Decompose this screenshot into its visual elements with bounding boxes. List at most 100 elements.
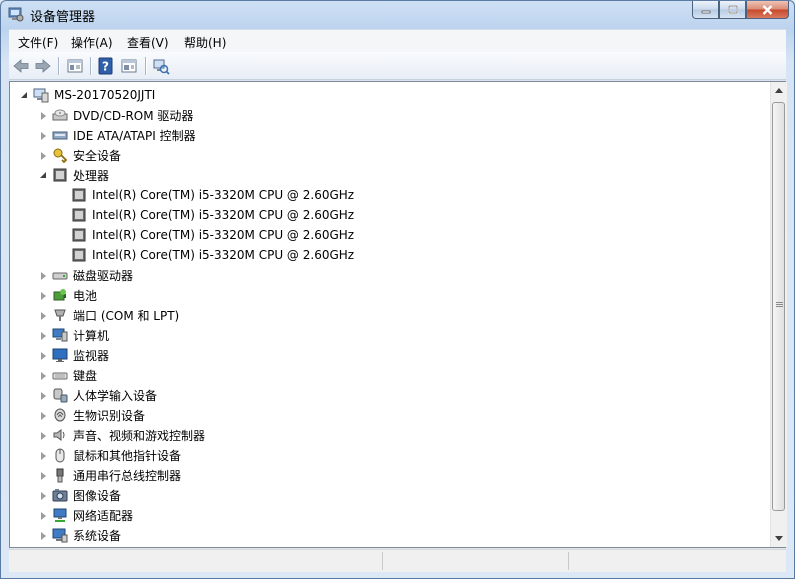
- processor-icon: [53, 168, 67, 182]
- expand-arrow-icon[interactable]: [39, 151, 48, 160]
- device-tree-pane[interactable]: MS-20170520JJTI DVD/CD-ROM 驱动器 IDE ATA/ATA…: [9, 81, 787, 548]
- expand-arrow-icon[interactable]: [39, 291, 48, 300]
- tree-item-label: 计算机: [73, 328, 110, 343]
- tree-item-label: IDE ATA/ATAPI 控制器: [73, 128, 196, 143]
- tree-item-label: 网络适配器: [73, 508, 134, 523]
- tree-item-label: 鼠标和其他指针设备: [73, 448, 182, 463]
- maximize-icon: [727, 5, 738, 14]
- tree-category[interactable]: 安全设备: [39, 145, 121, 165]
- tree-category[interactable]: 磁盘驱动器: [39, 265, 133, 285]
- tree-category[interactable]: 计算机: [39, 325, 109, 345]
- tree-device[interactable]: Intel(R) Core(TM) i5-3320M CPU @ 2.60GHz: [58, 205, 354, 225]
- collapse-arrow-icon[interactable]: [20, 91, 29, 100]
- minimize-icon: [701, 10, 710, 13]
- tree-category[interactable]: 生物识别设备: [39, 405, 145, 425]
- mouse-icon: [55, 448, 65, 463]
- title-bar[interactable]: 设备管理器: [1, 1, 794, 27]
- expand-arrow-icon[interactable]: [39, 271, 48, 280]
- tree-item-label: Intel(R) Core(TM) i5-3320M CPU @ 2.60GHz: [92, 248, 355, 262]
- thumb-grip: [776, 306, 783, 307]
- tree-category[interactable]: 图像设备: [39, 485, 121, 505]
- tree-category[interactable]: 声音、视频和游戏控制器: [39, 425, 205, 445]
- expand-arrow-icon[interactable]: [39, 371, 48, 380]
- properties-icon[interactable]: [66, 57, 84, 75]
- tree-device[interactable]: Intel(R) Core(TM) i5-3320M CPU @ 2.60GHz: [58, 225, 354, 245]
- toolbar: ?: [9, 52, 786, 80]
- forward-icon[interactable]: [34, 57, 52, 75]
- tree-category[interactable]: 端口 (COM 和 LPT): [39, 305, 179, 325]
- security-device-icon: [53, 148, 68, 163]
- tree-category[interactable]: 处理器: [39, 165, 109, 185]
- menu-view[interactable]: 查看(V): [127, 34, 169, 51]
- monitor-icon: [52, 348, 68, 362]
- window-title: 设备管理器: [30, 10, 96, 25]
- expand-arrow-icon[interactable]: [39, 131, 48, 140]
- tree-category[interactable]: 鼠标和其他指针设备: [39, 445, 181, 465]
- tree-item-label: 处理器: [73, 168, 110, 183]
- svg-text:?: ?: [102, 60, 109, 74]
- vertical-scrollbar[interactable]: [770, 82, 787, 547]
- expand-arrow-icon[interactable]: [39, 311, 48, 320]
- scroll-down-icon: [775, 536, 783, 541]
- details-view-icon[interactable]: [120, 57, 138, 75]
- expand-arrow-icon[interactable]: [39, 451, 48, 460]
- tree-category[interactable]: 键盘: [39, 365, 97, 385]
- scrollbar-thumb[interactable]: [772, 102, 785, 511]
- tree-device[interactable]: Intel(R) Core(TM) i5-3320M CPU @ 2.60GHz: [58, 185, 354, 205]
- status-panel: [382, 552, 569, 570]
- tree-category[interactable]: 网络适配器: [39, 505, 133, 525]
- expand-arrow-icon[interactable]: [39, 391, 48, 400]
- computer-icon: [52, 328, 68, 342]
- tree-root-computer[interactable]: MS-20170520JJTI: [20, 85, 155, 105]
- collapse-arrow-icon[interactable]: [39, 171, 48, 180]
- back-icon[interactable]: [12, 57, 30, 75]
- tree-category[interactable]: IDE ATA/ATAPI 控制器: [39, 125, 196, 145]
- tree-item-label: 声音、视频和游戏控制器: [73, 428, 206, 443]
- menu-action[interactable]: 操作(A): [71, 34, 113, 51]
- tree-category[interactable]: 系统设备: [39, 525, 121, 545]
- expand-arrow-icon[interactable]: [39, 491, 48, 500]
- tree-item-label: 电池: [73, 288, 98, 303]
- expand-arrow-icon[interactable]: [39, 411, 48, 420]
- tree-item-label: Intel(R) Core(TM) i5-3320M CPU @ 2.60GHz: [92, 208, 355, 222]
- menu-file[interactable]: 文件(F): [18, 34, 58, 51]
- scroll-down-button[interactable]: [771, 530, 787, 547]
- expand-arrow-icon[interactable]: [39, 331, 48, 340]
- thumb-grip: [776, 304, 783, 305]
- processor-icon: [72, 228, 86, 242]
- scroll-up-button[interactable]: [771, 82, 787, 99]
- processor-icon: [72, 248, 86, 262]
- expand-arrow-icon[interactable]: [39, 471, 48, 480]
- dvd-drive-icon: [52, 109, 68, 121]
- close-button[interactable]: [746, 1, 789, 19]
- help-icon[interactable]: ?: [97, 57, 115, 75]
- status-panel: [568, 552, 755, 570]
- device-tree[interactable]: MS-20170520JJTI DVD/CD-ROM 驱动器 IDE ATA/ATA…: [10, 82, 770, 547]
- close-icon: [762, 4, 773, 15]
- expand-arrow-icon[interactable]: [39, 431, 48, 440]
- scan-hardware-icon[interactable]: [152, 57, 170, 75]
- tree-category[interactable]: 通用串行总线控制器: [39, 465, 181, 485]
- minimize-button[interactable]: [692, 1, 719, 19]
- expand-arrow-icon[interactable]: [39, 511, 48, 520]
- processor-icon: [72, 188, 86, 202]
- tree-device[interactable]: Intel(R) Core(TM) i5-3320M CPU @ 2.60GHz: [58, 245, 354, 265]
- maximize-button[interactable]: [719, 1, 746, 19]
- disk-drive-icon: [52, 272, 68, 280]
- tree-item-label: 键盘: [73, 368, 98, 383]
- tree-category[interactable]: 监视器: [39, 345, 109, 365]
- scroll-up-icon: [775, 88, 783, 93]
- toolbar-separator: [90, 57, 91, 75]
- tree-category[interactable]: 人体学输入设备: [39, 385, 157, 405]
- menu-help[interactable]: 帮助(H): [184, 34, 226, 51]
- expand-arrow-icon[interactable]: [39, 531, 48, 540]
- biometric-icon: [54, 408, 66, 422]
- tree-category[interactable]: DVD/CD-ROM 驱动器: [39, 105, 193, 125]
- expand-arrow-icon[interactable]: [39, 111, 48, 120]
- tree-item-label: 图像设备: [73, 488, 122, 503]
- tree-category[interactable]: 电池: [39, 285, 97, 305]
- expand-arrow-icon[interactable]: [39, 351, 48, 360]
- ide-controller-icon: [52, 131, 68, 140]
